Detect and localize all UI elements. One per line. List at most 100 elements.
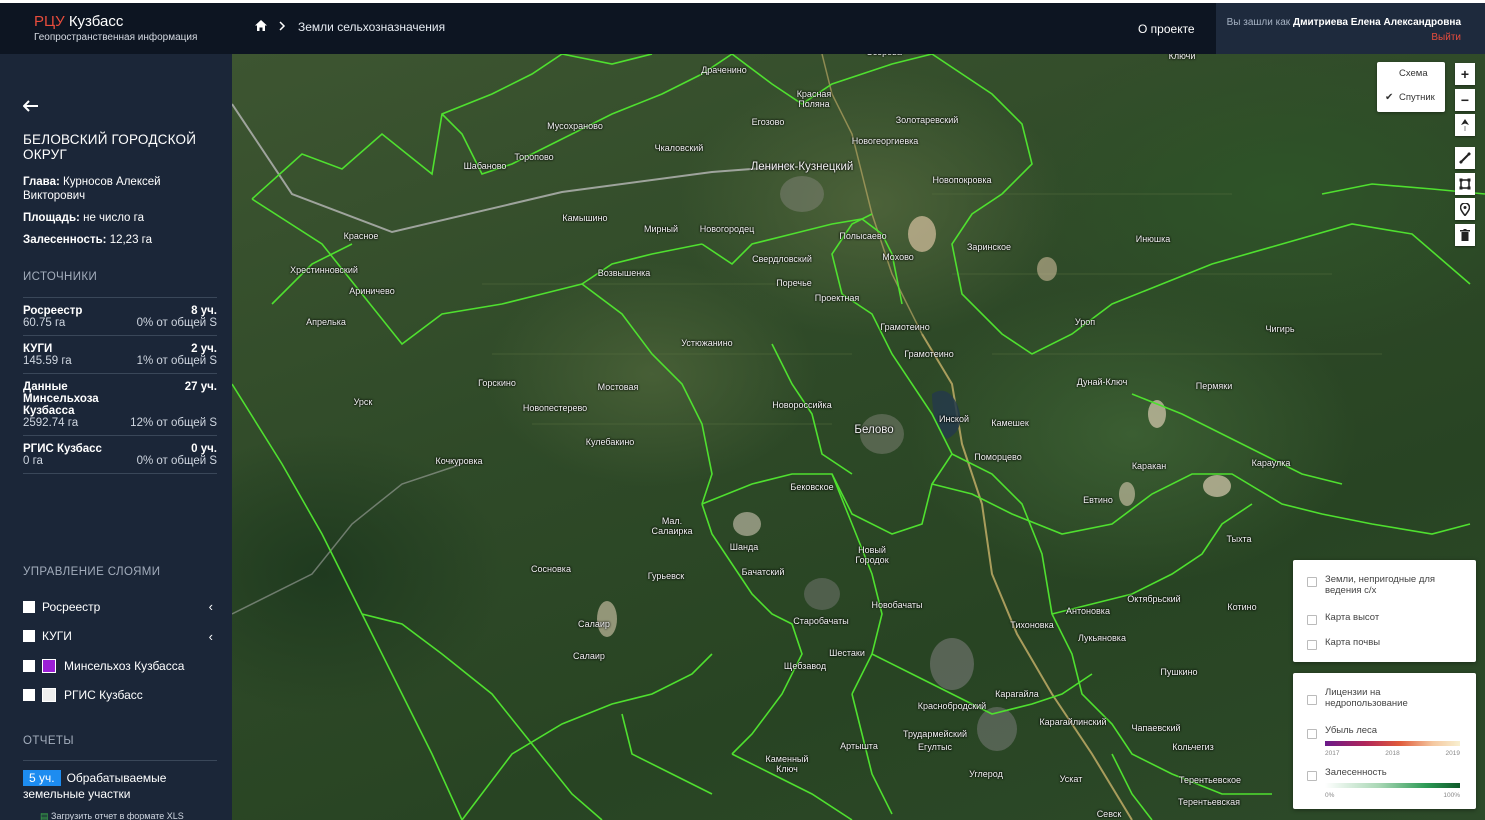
- place-label: Свердловский: [752, 254, 812, 264]
- analysis-checkbox[interactable]: [1307, 771, 1317, 781]
- zoom-in-button[interactable]: +: [1455, 63, 1475, 85]
- about-link[interactable]: О проекте: [1138, 22, 1195, 36]
- source-share: 12% от общей S: [130, 417, 217, 429]
- place-label: Бековское: [790, 482, 834, 492]
- source-area: 145.59 га: [23, 355, 72, 367]
- place-label: Шестаки: [829, 648, 865, 658]
- layer-toggle[interactable]: Минсельхоз Кузбасса: [23, 651, 217, 681]
- place-label: Возвышенка: [597, 268, 651, 278]
- reports-divider: [23, 760, 217, 761]
- analysis-layers-panel: Лицензии на недропользование Убыль леса 20…: [1293, 673, 1476, 809]
- place-label: Каракан: [1131, 461, 1167, 471]
- source-share: 1% от общей S: [136, 355, 217, 367]
- layer-label: КУГИ: [42, 629, 72, 644]
- sources-heading: ИСТОЧНИКИ: [23, 271, 98, 283]
- home-icon[interactable]: [255, 20, 267, 34]
- check-icon: ✔: [1385, 92, 1394, 103]
- layer-color-swatch: [42, 688, 56, 703]
- place-label: Шанда: [729, 542, 759, 552]
- sources-list: Росреестр 60.75 га 8 уч. 0% от общей S КУГИ 1…: [23, 297, 217, 474]
- source-row[interactable]: КУГИ 145.59 га 2 уч. 1% от общей S: [23, 336, 217, 374]
- layer-toggle[interactable]: Росреестр ‹: [23, 592, 217, 622]
- compass-north-icon[interactable]: [1455, 114, 1475, 136]
- place-label: Мостовая: [597, 382, 639, 392]
- overlay-label: Земли, непригодные для ведения с/х: [1325, 574, 1436, 596]
- draw-polygon-tool-icon[interactable]: [1455, 173, 1475, 195]
- source-name: КУГИ: [23, 343, 53, 355]
- brand-prefix: РЦУ: [34, 13, 65, 30]
- layer-checkbox[interactable]: [23, 600, 35, 613]
- place-label: Трудармейский: [902, 729, 968, 739]
- head-label: Глава:: [23, 176, 60, 188]
- source-row[interactable]: Росреестр 60.75 га 8 уч. 0% от общей S: [23, 298, 217, 336]
- legend-tick: 2018: [1385, 750, 1400, 757]
- analysis-checkbox[interactable]: [1307, 695, 1317, 705]
- overlay-layer-row[interactable]: Карта высот: [1307, 612, 1465, 625]
- place-label: Новогородец: [699, 224, 755, 234]
- layer-label: Росреестр: [42, 599, 101, 614]
- breadcrumb-current[interactable]: Земли сельхозназначения: [298, 20, 445, 34]
- legend-ticks: 2017 2018 2019: [1325, 748, 1460, 759]
- place-label: Шабаново: [463, 161, 507, 171]
- analysis-checkbox[interactable]: [1307, 729, 1317, 739]
- logout-link[interactable]: Выйти: [1431, 32, 1461, 43]
- place-label: Пермяки: [1195, 381, 1233, 391]
- basemap-option[interactable]: ✔ Спутник: [1377, 86, 1445, 110]
- analysis-layer-row[interactable]: Залесенность 0% 100%: [1307, 767, 1465, 801]
- draw-line-tool-icon[interactable]: [1455, 147, 1475, 169]
- place-label: Уроп: [1074, 317, 1096, 327]
- layers-list: Росреестр ‹ КУГИ ‹ Минсельхоз Кузбасса РГИС К…: [23, 592, 217, 710]
- layer-checkbox[interactable]: [23, 630, 35, 643]
- place-label: Краснобродский: [917, 701, 987, 711]
- place-label: Ленинск-Кузнецкий: [750, 161, 854, 173]
- basemap-switcher: Схема ✔ Спутник: [1377, 62, 1445, 112]
- place-label: Егозово: [751, 117, 785, 127]
- layer-toggle[interactable]: РГИС Кузбасс: [23, 681, 217, 711]
- report-count-badge: 5 уч.: [23, 770, 61, 786]
- place-label: Щебзавод: [783, 661, 827, 671]
- place-label: Пушкино: [1160, 667, 1198, 677]
- place-label: Поречье: [776, 278, 812, 288]
- analysis-label: Залесенность: [1325, 767, 1387, 778]
- xls-download-link[interactable]: ▤ Загрузить отчет в формате XLS: [40, 811, 184, 820]
- zoom-out-button[interactable]: −: [1455, 89, 1475, 111]
- place-label: Чапаевский: [1131, 723, 1181, 733]
- place-label: Мал. Салаирка: [651, 516, 693, 536]
- source-count: 8 уч.: [191, 305, 217, 317]
- source-row[interactable]: РГИС Кузбасс 0 га 0 уч. 0% от общей S: [23, 436, 217, 474]
- analysis-layer-row[interactable]: Лицензии на недропользование: [1307, 687, 1465, 709]
- overlay-label: Карта почвы: [1325, 637, 1381, 648]
- overlay-layer-row[interactable]: Карта почвы: [1307, 637, 1465, 650]
- back-arrow-icon[interactable]: [22, 96, 39, 117]
- reports-heading: ОТЧЕТЫ: [23, 735, 74, 747]
- place-label: Дунай-Ключ: [1076, 377, 1128, 387]
- layer-checkbox[interactable]: [23, 659, 35, 672]
- source-name: Данные Минсельхоза Кузбасса: [23, 381, 99, 417]
- trash-delete-icon[interactable]: [1455, 224, 1475, 246]
- area-value: не число га: [83, 212, 144, 224]
- place-label: Озерова: [866, 54, 902, 57]
- source-share: 0% от общей S: [136, 455, 217, 467]
- place-label: Гурьевск: [647, 571, 685, 581]
- place-label: Драченино: [701, 65, 747, 75]
- overlay-checkbox[interactable]: [1307, 615, 1317, 625]
- chevron-right-icon: [279, 20, 286, 34]
- forest-label: Залесенность:: [23, 234, 107, 246]
- overlay-checkbox[interactable]: [1307, 640, 1317, 650]
- chevron-left-icon[interactable]: ‹: [209, 599, 213, 614]
- place-label: Проектная: [814, 293, 860, 303]
- user-info: Вы зашли как Дмитриева Елена Александров…: [1227, 17, 1461, 28]
- overlay-checkbox[interactable]: [1307, 577, 1317, 587]
- source-row[interactable]: Данные Минсельхоза Кузбасса 2592.74 га 27 …: [23, 374, 217, 436]
- brand-logo[interactable]: РЦУ Кузбасс Геопространственная информац…: [34, 13, 197, 43]
- marker-pin-tool-icon[interactable]: [1455, 198, 1475, 220]
- place-label: Чкаловский: [654, 143, 704, 153]
- report-item[interactable]: 5 уч. Обрабатываемые земельные участки: [23, 770, 217, 802]
- place-label: Урск: [353, 397, 373, 407]
- layer-checkbox[interactable]: [23, 689, 35, 702]
- chevron-left-icon[interactable]: ‹: [209, 629, 213, 644]
- overlay-layer-row[interactable]: Земли, непригодные для ведения с/х: [1307, 574, 1465, 596]
- layer-toggle[interactable]: КУГИ ‹: [23, 622, 217, 652]
- basemap-option[interactable]: Схема: [1377, 62, 1445, 86]
- analysis-layer-row[interactable]: Убыль леса 2017 2018 2019: [1307, 725, 1465, 759]
